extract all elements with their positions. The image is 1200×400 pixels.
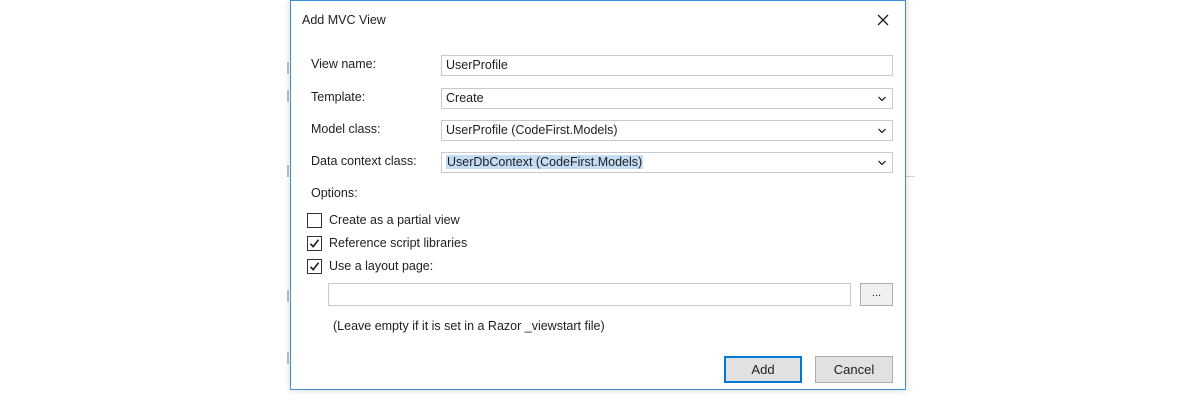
checkmark-icon <box>309 261 320 271</box>
template-value: Create <box>446 91 484 105</box>
layout-page-path-input[interactable] <box>328 283 851 306</box>
background-line <box>905 176 915 177</box>
data-context-class-select[interactable]: UserDbContext (CodeFirst.Models) <box>441 152 893 173</box>
chevron-down-icon <box>878 96 886 102</box>
chevron-down-icon <box>878 160 886 166</box>
chevron-down-icon <box>878 128 886 134</box>
model-class-select[interactable]: UserProfile (CodeFirst.Models) <box>441 120 893 141</box>
layout-hint-text: (Leave empty if it is set in a Razor _vi… <box>333 319 605 333</box>
template-label: Template: <box>311 90 366 104</box>
reference-scripts-label: Reference script libraries <box>329 236 468 250</box>
close-icon <box>877 14 889 26</box>
add-button[interactable]: Add <box>724 356 802 383</box>
reference-scripts-option[interactable]: Reference script libraries <box>307 234 467 252</box>
checkmark-icon <box>309 238 320 248</box>
layout-page-checkbox[interactable] <box>307 258 322 274</box>
close-button[interactable] <box>871 9 895 31</box>
model-class-label: Model class: <box>311 122 381 136</box>
data-context-class-value: UserDbContext (CodeFirst.Models) <box>446 155 644 169</box>
partial-view-option[interactable]: Create as a partial view <box>307 211 460 229</box>
reference-scripts-checkbox[interactable] <box>307 235 322 251</box>
view-name-input[interactable]: UserProfile <box>441 55 893 76</box>
partial-view-label: Create as a partial view <box>329 213 460 227</box>
partial-view-checkbox[interactable] <box>307 212 322 228</box>
data-context-class-label: Data context class: <box>311 154 417 168</box>
cancel-button[interactable]: Cancel <box>815 356 893 383</box>
options-heading: Options: <box>311 186 358 200</box>
model-class-value: UserProfile (CodeFirst.Models) <box>446 123 618 137</box>
add-mvc-view-dialog: Add MVC View View name: UserProfile Temp… <box>290 0 906 390</box>
template-select[interactable]: Create <box>441 88 893 109</box>
dialog-title: Add MVC View <box>302 13 386 27</box>
view-name-label: View name: <box>311 57 377 71</box>
view-name-value: UserProfile <box>446 58 508 72</box>
layout-page-option[interactable]: Use a layout page: <box>307 257 433 275</box>
browse-button[interactable]: ... <box>860 283 893 306</box>
layout-page-label: Use a layout page: <box>329 259 434 273</box>
